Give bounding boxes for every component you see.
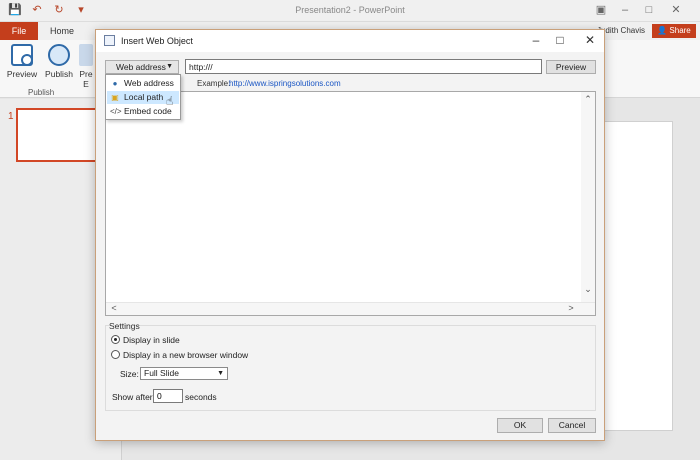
vertical-scrollbar[interactable]: ⌃ ⌄ — [581, 92, 595, 302]
scroll-left-icon[interactable]: < — [108, 303, 120, 313]
dialog-minimize-icon[interactable]: – — [528, 33, 544, 47]
size-label: Size: — [120, 369, 139, 379]
display-in-slide-radio[interactable] — [111, 335, 120, 344]
menu-item-web-address[interactable]: ● Web address — [107, 77, 179, 90]
url-input[interactable] — [185, 59, 542, 74]
preview-ribbon-button[interactable]: Preview — [2, 44, 42, 79]
tab-home[interactable]: Home — [50, 22, 74, 40]
preview-button[interactable]: Preview — [546, 60, 596, 74]
example-link[interactable]: http://www.ispringsolutions.com — [229, 79, 341, 88]
app-titlebar: 💾 ↶ ↻ ▾ Presentation2 - PowerPoint ▣ – □… — [0, 0, 700, 22]
share-icon: 👤 — [657, 26, 670, 35]
code-icon: </> — [110, 107, 122, 116]
address-type-button[interactable]: Web address ▼ — [105, 60, 179, 74]
scroll-down-icon[interactable]: ⌄ — [582, 284, 594, 295]
seconds-label: seconds — [185, 392, 217, 402]
publish-ribbon-button[interactable]: Publish — [39, 44, 79, 79]
chevron-down-icon: ▼ — [217, 370, 224, 377]
close-icon[interactable]: ✕ — [668, 3, 684, 17]
display-in-browser-label: Display in a new browser window — [123, 350, 249, 360]
settings-label: Settings — [109, 321, 140, 331]
slide-number: 1 — [8, 111, 14, 122]
menu-item-label: Embed code — [124, 106, 172, 116]
menu-item-label: Local path — [124, 92, 164, 102]
maximize-icon[interactable]: □ — [641, 3, 657, 17]
menu-item-label: Web address — [124, 78, 174, 88]
ribbon-group-label: Publish — [28, 88, 55, 97]
web-object-icon — [104, 35, 115, 46]
globe-icon: ● — [112, 79, 118, 88]
publish-icon — [48, 44, 70, 66]
insert-web-object-dialog: Insert Web Object – □ ✕ Web address ▼ Pr… — [95, 29, 605, 441]
preview-ribbon-label: Preview — [6, 69, 38, 79]
cancel-button[interactable]: Cancel — [548, 418, 596, 433]
scroll-right-icon[interactable]: > — [565, 303, 577, 313]
truncated-ribbon-label: Pre E — [79, 69, 93, 89]
dialog-close-icon[interactable]: ✕ — [582, 33, 598, 47]
hand-cursor-icon: ☝ — [166, 94, 174, 108]
display-in-browser-radio[interactable] — [111, 350, 120, 359]
display-in-slide-label: Display in slide — [123, 335, 180, 345]
dialog-title: Insert Web Object — [121, 36, 193, 46]
ok-button[interactable]: OK — [497, 418, 543, 433]
truncated-ribbon-button[interactable]: Pre E — [76, 44, 96, 89]
example-label: Example: — [197, 79, 231, 88]
web-preview-area[interactable]: ⌃ ⌄ < > — [105, 91, 596, 316]
chevron-down-icon: ▼ — [166, 63, 173, 70]
presenter-icon — [79, 44, 93, 66]
size-value: Full Slide — [144, 368, 179, 378]
dialog-maximize-icon[interactable]: □ — [552, 33, 568, 47]
size-select[interactable]: Full Slide ▼ — [140, 367, 228, 380]
folder-icon: ▣ — [111, 93, 119, 102]
tab-file[interactable]: File — [0, 22, 38, 40]
dialog-titlebar: Insert Web Object – □ ✕ — [96, 30, 604, 52]
share-label: Share — [669, 26, 691, 35]
publish-ribbon-label: Publish — [45, 69, 73, 79]
minimize-icon[interactable]: – — [617, 3, 633, 17]
ribbon-options-icon[interactable]: ▣ — [593, 3, 609, 17]
preview-icon — [11, 44, 33, 66]
scroll-up-icon[interactable]: ⌃ — [582, 94, 594, 105]
horizontal-scrollbar[interactable]: < > — [106, 302, 595, 315]
share-button[interactable]: 👤 Share — [652, 24, 696, 38]
show-after-label: Show after: — [112, 392, 155, 402]
address-type-label: Web address — [116, 62, 166, 72]
show-after-input[interactable] — [153, 389, 183, 403]
